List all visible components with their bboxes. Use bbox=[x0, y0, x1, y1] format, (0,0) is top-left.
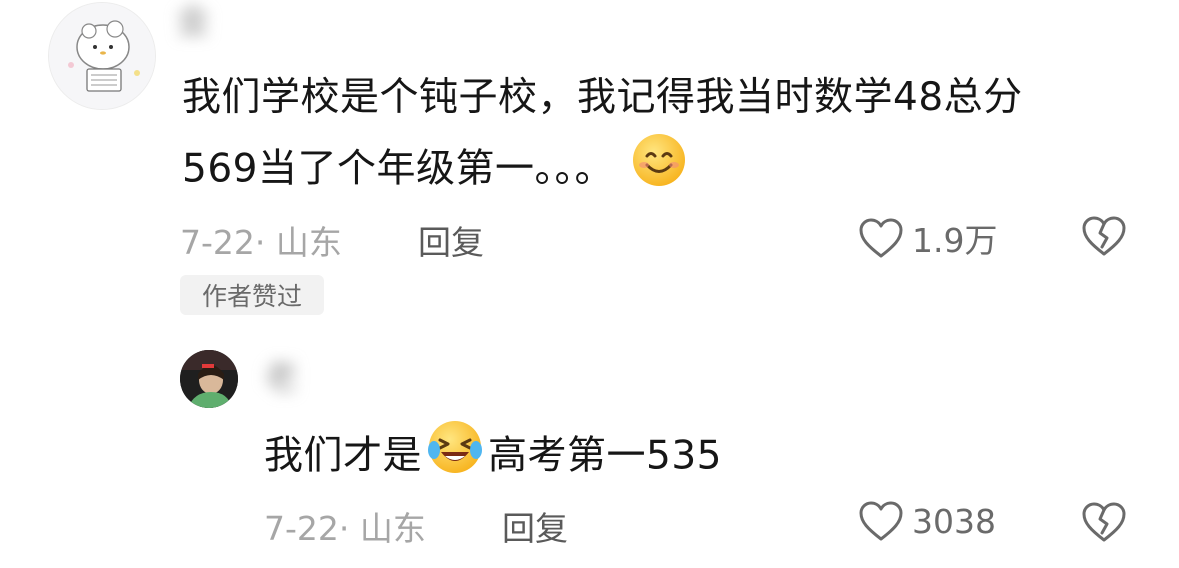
dislike-button[interactable] bbox=[1080, 214, 1128, 262]
broken-heart-icon bbox=[1082, 216, 1126, 256]
like-button[interactable]: 3038 bbox=[858, 500, 996, 542]
like-button[interactable]: 1.9万 bbox=[858, 214, 997, 262]
comment-text: 我们学校是个钝子校，我记得我当时数学48总分 569当了个年级第一。。。 bbox=[182, 64, 1142, 210]
avatar[interactable] bbox=[48, 2, 156, 110]
like-count: 3038 bbox=[912, 501, 996, 541]
heart-icon bbox=[859, 501, 903, 541]
smiling-face-icon bbox=[631, 132, 687, 210]
username-blurred[interactable]: 金 bbox=[176, 0, 426, 52]
comment-text-line1: 我们学校是个钝子校，我记得我当时数学48总分 bbox=[182, 75, 1023, 120]
reply-text-before-emoji: 我们才是 bbox=[264, 433, 423, 479]
heart-icon bbox=[859, 218, 903, 258]
comment-text-line2: 569当了个年级第一。。。 bbox=[182, 146, 614, 192]
username-blurred[interactable]: 老 bbox=[264, 348, 744, 408]
comment-date-location: 7-22· 山东 bbox=[180, 223, 342, 262]
reply-button[interactable]: 回复 bbox=[502, 502, 568, 550]
author-liked-badge: 作者赞过 bbox=[180, 275, 324, 315]
broken-heart-icon bbox=[1082, 502, 1126, 542]
reply-date-location: 7-22· 山东 bbox=[264, 509, 426, 548]
reply-text: 我们才是 高考第一535 bbox=[264, 418, 1064, 498]
like-count: 1.9万 bbox=[912, 221, 998, 260]
reply-text-after-emoji: 高考第一535 bbox=[488, 433, 722, 479]
avatar[interactable] bbox=[180, 350, 238, 408]
reply-button[interactable]: 回复 bbox=[418, 216, 484, 264]
cartoon-avatar-icon bbox=[49, 3, 155, 109]
face-with-tears-of-joy-icon bbox=[426, 418, 484, 498]
dislike-button[interactable] bbox=[1080, 500, 1128, 548]
photo-avatar-icon bbox=[180, 350, 238, 408]
